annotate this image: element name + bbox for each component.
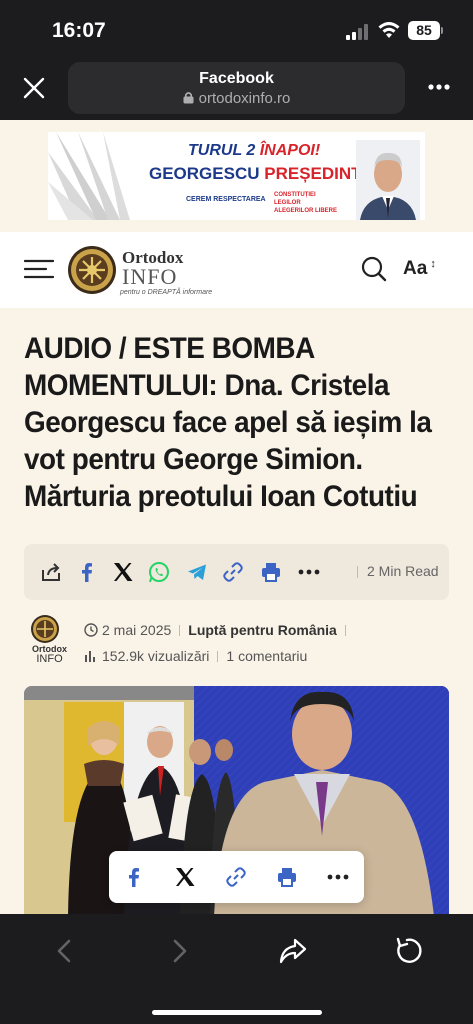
logo-tagline: pentru o DREAPTĂ informare [120,289,213,296]
font-size-label: Aa [403,258,428,279]
page-source-title: Facebook [199,70,274,87]
ad-list-item: CONSTITUȚIEI [274,192,316,198]
ad-list-item: ALEGERILOR LIBERE [274,208,338,214]
search-icon[interactable] [361,256,387,282]
ad-headline-1: TURUL 2 ÎNAPOI! [188,142,320,160]
floating-share-bar [109,851,364,903]
status-time: 16:07 [52,19,106,42]
x-icon[interactable] [174,866,196,888]
publish-date: 2 mai 2025 [102,622,172,638]
menu-icon[interactable] [24,259,54,279]
font-size-button[interactable]: Aa ↕ [403,258,436,280]
more-icon[interactable] [327,866,349,888]
ad-banner[interactable]: TURUL 2 ÎNAPOI! GEORGESCU PREȘEDINTE! CE… [48,132,425,220]
read-time: 2 Min Read [367,563,439,579]
wifi-icon [378,22,400,38]
battery-tip [441,27,443,34]
browser-toolbar: Facebook ortodoxinfo.ro [0,58,473,120]
author-logo-line: INFO [36,653,63,665]
divider [179,625,181,636]
font-size-arrow-icon: ↕ [427,258,436,270]
view-count: 152.9k vizualizări [102,648,210,664]
link-icon[interactable] [225,866,247,888]
ad-small-text: CEREM RESPECTAREA [186,196,266,203]
ad-headline-2: GEORGESCU PREȘEDINTE! [149,164,379,184]
telegram-icon[interactable] [186,561,208,583]
clock-icon [84,623,98,637]
share-bar: 2 Min Read [24,544,449,600]
logo-subtitle: INFO [122,264,178,289]
ad-list-item: LEGILOR [274,200,301,206]
browser-bottom-toolbar [0,914,473,1024]
ad-small-list: CONSTITUȚIEI LEGILOR ALEGERILOR LIBERE [274,191,337,215]
divider [217,651,219,662]
site-logo-icon[interactable] [67,245,117,295]
article-meta: Ortodox INFO 2 mai 2025 Luptă pentru Româ… [24,614,449,674]
url-domain: ortodoxinfo.ro [68,90,405,107]
divider [357,566,358,578]
battery-indicator: 85 [408,21,440,40]
more-options-icon[interactable] [428,84,450,90]
ad-rays-graphic [48,132,130,220]
cellular-signal-icon [346,24,368,40]
site-header: Ortodox INFO pentru o DREAPTĂ informare … [0,232,473,308]
category-link[interactable]: Luptă pentru România [188,622,337,638]
comment-count[interactable]: 1 comentariu [226,648,307,664]
share-icon[interactable] [40,561,62,583]
print-icon[interactable] [276,866,298,888]
x-icon[interactable] [112,561,134,583]
ad-text: TURUL 2 [188,142,260,159]
close-icon[interactable] [22,76,46,100]
ad-portrait-image [356,140,420,220]
ad-text-red: ÎNAPOI! [259,142,321,159]
more-icon[interactable] [298,561,320,583]
article-headline: AUDIO / ESTE BOMBA MOMENTULUI: Dna. Cris… [24,332,432,513]
facebook-icon[interactable] [76,561,98,583]
views-chart-icon [85,651,95,662]
address-bar[interactable]: Facebook ortodoxinfo.ro [68,62,405,114]
back-icon[interactable] [50,936,80,966]
reload-icon[interactable] [392,936,422,966]
ad-text: GEORGESCU [149,164,265,183]
whatsapp-icon[interactable] [148,561,170,583]
share-icon[interactable] [278,936,308,966]
domain-text: ortodoxinfo.ro [198,90,291,107]
link-icon[interactable] [222,561,244,583]
meta-row-1: 2 mai 2025 Luptă pentru România [84,622,354,638]
lock-icon [183,92,194,104]
author-name: Ortodox INFO [32,644,67,665]
divider [344,625,346,636]
home-indicator [152,1010,322,1015]
print-icon[interactable] [260,561,282,583]
status-bar: 16:07 85 [0,0,473,58]
meta-row-2: 152.9k vizualizări 1 comentariu [84,648,307,664]
facebook-icon[interactable] [123,866,145,888]
author-logo-icon[interactable] [30,614,60,644]
forward-icon[interactable] [164,936,194,966]
